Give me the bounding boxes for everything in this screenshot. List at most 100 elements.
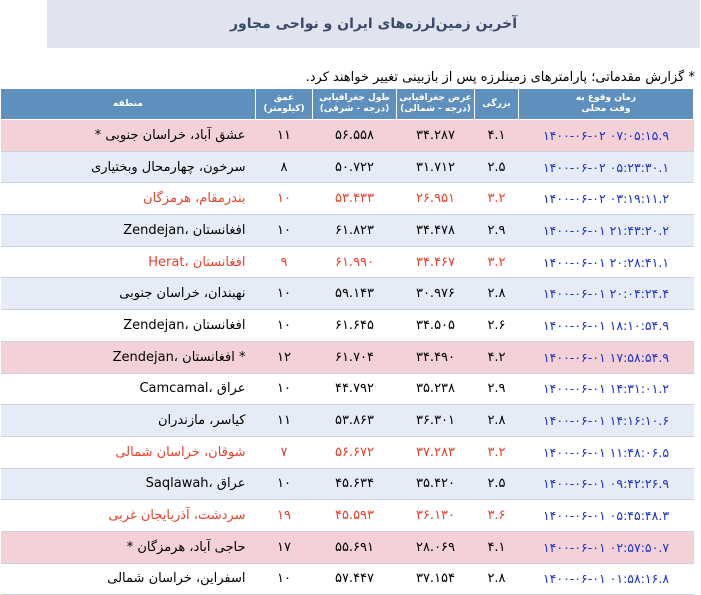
region-cell: عشق آباد، خراسان جنوبی * (0, 119, 256, 152)
table-row[interactable]: ۱۴۰۰-۰۶-۰۱ ۲۱:۴۳:۲۰.۲ ۲.۹ ۳۴.۴۷۸ ۶۱.۸۲۳ ۱۰ Ze… (0, 214, 694, 247)
longitude-cell: ۵۳.۸۶۳ (312, 404, 397, 437)
col-header-time[interactable]: زمان وقوع به وقت محلی (518, 88, 694, 120)
region-cell: Zendejan، افغانستان (0, 309, 256, 342)
magnitude-cell: ۲.۸ (474, 562, 519, 595)
longitude-cell: ۵۵.۶۹۱ (312, 530, 397, 564)
col-header-magnitude[interactable]: بزرگی (474, 88, 519, 120)
depth-cell: ۱۷ (255, 530, 313, 564)
latitude-cell: ۳۱.۷۱۲ (396, 150, 475, 184)
magnitude-cell: ۳.۲ (474, 182, 519, 216)
latitude-cell: ۳۵.۲۳۸ (396, 372, 475, 406)
latitude-cell: ۳۴.۴۷۸ (396, 214, 475, 247)
event-time-cell[interactable]: ۱۴۰۰-۰۶-۰۱ ۰۹:۴۲:۲۶.۹ (518, 467, 694, 501)
magnitude-cell: ۴.۱ (474, 119, 519, 152)
longitude-cell: ۴۵.۵۹۳ (312, 499, 397, 532)
region-cell: Zendejan، افغانستان (0, 214, 256, 247)
col-header-longitude[interactable]: طول جغرافیایی (درجه - شرقی) (312, 88, 397, 120)
region-cell: کیاسر، مازندران (0, 404, 256, 437)
table-row[interactable]: ۱۴۰۰-۰۶-۰۲ ۰۵:۲۳:۳۰.۱ ۲.۵ ۳۱.۷۱۲ ۵۰.۷۲۲ ۸ سرخ… (0, 150, 694, 184)
table-row[interactable]: ۱۴۰۰-۰۶-۰۲ ۰۷:۰۵:۱۵.۹ ۴.۱ ۳۴.۲۸۷ ۵۶.۵۵۸ ۱۱ عش… (0, 119, 694, 152)
depth-cell: ۱۰ (255, 309, 313, 342)
latitude-cell: ۳۶.۳۰۱ (396, 404, 475, 437)
event-time-cell[interactable]: ۱۴۰۰-۰۶-۰۱ ۲۰:۰۴:۲۴.۴ (518, 277, 694, 311)
event-time-cell[interactable]: ۱۴۰۰-۰۶-۰۱ ۲۱:۴۳:۲۰.۲ (518, 214, 694, 247)
magnitude-cell: ۲.۸ (474, 404, 519, 437)
depth-cell: ۱۹ (255, 499, 313, 532)
latitude-cell: ۳۷.۱۵۴ (396, 562, 475, 595)
table-row[interactable]: ۱۴۰۰-۰۶-۰۲ ۰۳:۱۹:۱۱.۲ ۳.۲ ۲۶.۹۵۱ ۵۳.۴۳۳ ۱۰ بن… (0, 182, 694, 216)
page-title: آخرین زمین‌لرزه‌های ایران و نواحی مجاور (229, 16, 518, 32)
event-time-cell[interactable]: ۱۴۰۰-۰۶-۰۱ ۱۴:۱۶:۱۰.۶ (518, 404, 694, 437)
magnitude-cell: ۲.۶ (474, 309, 519, 342)
table-row[interactable]: ۱۴۰۰-۰۶-۰۱ ۱۱:۴۸:۰۶.۵ ۳.۲ ۳۷.۲۸۳ ۵۶.۶۷۲ ۷ شوق… (0, 435, 694, 469)
event-time-cell[interactable]: ۱۴۰۰-۰۶-۰۱ ۲۰:۲۸:۴۱.۱ (518, 245, 694, 279)
latitude-cell: ۳۴.۲۸۷ (396, 119, 475, 152)
latitude-cell: ۳۶.۱۳۰ (396, 499, 475, 532)
depth-cell: ۱۰ (255, 467, 313, 501)
longitude-cell: ۵۳.۴۳۳ (312, 182, 397, 216)
magnitude-cell: ۲.۵ (474, 150, 519, 184)
depth-cell: ۸ (255, 150, 313, 184)
table-row[interactable]: ۱۴۰۰-۰۶-۰۱ ۱۴:۳۱:۰۱.۲ ۲.۹ ۳۵.۲۳۸ ۴۴.۷۹۲ ۱۰ Ca… (0, 372, 694, 406)
page-title-box: آخرین زمین‌لرزه‌های ایران و نواحی مجاور (47, 0, 700, 48)
longitude-cell: ۴۵.۶۳۴ (312, 467, 397, 501)
latitude-cell: ۳۰.۹۷۶ (396, 277, 475, 311)
depth-cell: ۱۱ (255, 404, 313, 437)
region-cell: Herat، افغانستان (0, 245, 256, 279)
region-cell: Saqlawah، عراق (0, 467, 256, 501)
longitude-cell: ۵۰.۷۲۲ (312, 150, 397, 184)
depth-cell: ۹ (255, 245, 313, 279)
event-time-cell[interactable]: ۱۴۰۰-۰۶-۰۱ ۱۷:۵۸:۵۴.۹ (518, 340, 694, 374)
earthquake-table: زمان وقوع به وقت محلی بزرگی عرض جغرافیایی… (0, 88, 694, 595)
longitude-cell: ۵۷.۴۴۷ (312, 562, 397, 595)
magnitude-cell: ۳.۲ (474, 435, 519, 469)
latitude-cell: ۲۶.۹۵۱ (396, 182, 475, 216)
event-time-cell[interactable]: ۱۴۰۰-۰۶-۰۱ ۱۴:۳۱:۰۱.۲ (518, 372, 694, 406)
event-time-cell[interactable]: ۱۴۰۰-۰۶-۰۲ ۰۷:۰۵:۱۵.۹ (518, 119, 694, 152)
longitude-cell: ۵۶.۶۷۲ (312, 435, 397, 469)
magnitude-cell: ۲.۹ (474, 372, 519, 406)
region-cell: اسفراین، خراسان شمالی (0, 562, 256, 595)
depth-cell: ۱۱ (255, 119, 313, 152)
latitude-cell: ۳۴.۴۶۷ (396, 245, 475, 279)
region-cell: بندرمقام، هرمزگان (0, 182, 256, 216)
event-time-cell[interactable]: ۱۴۰۰-۰۶-۰۱ ۰۲:۵۷:۵۰.۷ (518, 530, 694, 564)
table-row[interactable]: ۱۴۰۰-۰۶-۰۱ ۰۹:۴۲:۲۶.۹ ۲.۵ ۳۵.۴۲۰ ۴۵.۶۳۴ ۱۰ Sa… (0, 467, 694, 501)
table-row[interactable]: ۱۴۰۰-۰۶-۰۱ ۲۰:۰۴:۲۴.۴ ۲.۸ ۳۰.۹۷۶ ۵۹.۱۴۳ ۱۰ نه… (0, 277, 694, 311)
depth-cell: ۱۰ (255, 372, 313, 406)
latitude-cell: ۳۴.۴۹۰ (396, 340, 475, 374)
depth-cell: ۱۰ (255, 562, 313, 595)
latitude-cell: ۳۴.۵۰۵ (396, 309, 475, 342)
longitude-cell: ۶۱.۹۹۰ (312, 245, 397, 279)
region-cell: شوقان، خراسان شمالی (0, 435, 256, 469)
longitude-cell: ۶۱.۶۴۵ (312, 309, 397, 342)
col-header-region[interactable]: منطقه (0, 88, 256, 120)
event-time-cell[interactable]: ۱۴۰۰-۰۶-۰۱ ۰۵:۴۵:۴۸.۳ (518, 499, 694, 532)
table-row[interactable]: ۱۴۰۰-۰۶-۰۱ ۱۷:۵۸:۵۴.۹ ۴.۲ ۳۴.۴۹۰ ۶۱.۷۰۴ ۱۲ Ze… (0, 340, 694, 374)
latitude-cell: ۳۷.۲۸۳ (396, 435, 475, 469)
preliminary-note: * گزارش مقدماتی؛ پارامترهای زمینلرزه پس … (305, 70, 695, 85)
table-row[interactable]: ۱۴۰۰-۰۶-۰۱ ۱۴:۱۶:۱۰.۶ ۲.۸ ۳۶.۳۰۱ ۵۳.۸۶۳ ۱۱ کی… (0, 404, 694, 437)
magnitude-cell: ۲.۵ (474, 467, 519, 501)
depth-cell: ۱۲ (255, 340, 313, 374)
magnitude-cell: ۴.۱ (474, 530, 519, 564)
region-cell: نهبندان، خراسان جنوبی (0, 277, 256, 311)
event-time-cell[interactable]: ۱۴۰۰-۰۶-۰۱ ۱۸:۱۰:۵۴.۹ (518, 309, 694, 342)
longitude-cell: ۶۱.۸۲۳ (312, 214, 397, 247)
region-cell: سردشت، آذربایجان غربی (0, 499, 256, 532)
table-row[interactable]: ۱۴۰۰-۰۶-۰۱ ۲۰:۲۸:۴۱.۱ ۳.۲ ۳۴.۴۶۷ ۶۱.۹۹۰ ۹ Her… (0, 245, 694, 279)
table-row[interactable]: ۱۴۰۰-۰۶-۰۱ ۰۵:۴۵:۴۸.۳ ۳.۶ ۳۶.۱۳۰ ۴۵.۵۹۳ ۱۹ سر… (0, 499, 694, 532)
event-time-cell[interactable]: ۱۴۰۰-۰۶-۰۲ ۰۵:۲۳:۳۰.۱ (518, 150, 694, 184)
table-row[interactable]: ۱۴۰۰-۰۶-۰۱ ۰۱:۵۸:۱۶.۸ ۲.۸ ۳۷.۱۵۴ ۵۷.۴۴۷ ۱۰ اس… (0, 562, 694, 595)
event-time-cell[interactable]: ۱۴۰۰-۰۶-۰۱ ۰۱:۵۸:۱۶.۸ (518, 562, 694, 595)
event-time-cell[interactable]: ۱۴۰۰-۰۶-۰۱ ۱۱:۴۸:۰۶.۵ (518, 435, 694, 469)
longitude-cell: ۵۶.۵۵۸ (312, 119, 397, 152)
region-cell: Zendejan، افغانستان * (0, 340, 256, 374)
table-row[interactable]: ۱۴۰۰-۰۶-۰۱ ۰۲:۵۷:۵۰.۷ ۴.۱ ۲۸.۰۶۹ ۵۵.۶۹۱ ۱۷ حا… (0, 530, 694, 564)
col-header-latitude[interactable]: عرض جغرافیایی (درجه - شمالی) (396, 88, 475, 120)
table-row[interactable]: ۱۴۰۰-۰۶-۰۱ ۱۸:۱۰:۵۴.۹ ۲.۶ ۳۴.۵۰۵ ۶۱.۶۴۵ ۱۰ Ze… (0, 309, 694, 342)
event-time-cell[interactable]: ۱۴۰۰-۰۶-۰۲ ۰۳:۱۹:۱۱.۲ (518, 182, 694, 216)
magnitude-cell: ۳.۶ (474, 499, 519, 532)
col-header-depth[interactable]: عمق (کیلومتر) (255, 88, 313, 120)
magnitude-cell: ۲.۸ (474, 277, 519, 311)
